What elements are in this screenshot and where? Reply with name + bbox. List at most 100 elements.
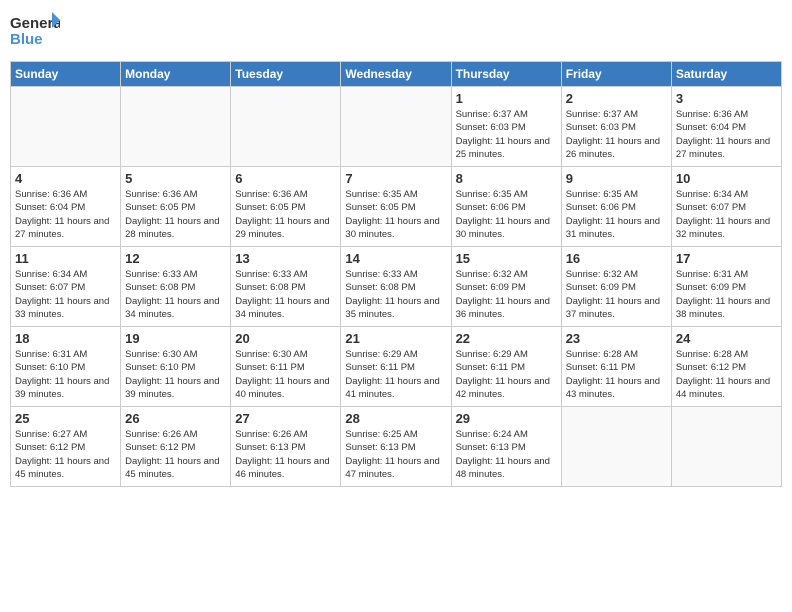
day-info: Sunrise: 6:34 AMSunset: 6:07 PMDaylight:… <box>676 188 777 241</box>
day-number: 14 <box>345 251 446 266</box>
day-number: 17 <box>676 251 777 266</box>
day-number: 20 <box>235 331 336 346</box>
day-info: Sunrise: 6:27 AMSunset: 6:12 PMDaylight:… <box>15 428 116 481</box>
calendar-body: 1 Sunrise: 6:37 AMSunset: 6:03 PMDaylight… <box>11 87 782 487</box>
calendar-week-5: 25 Sunrise: 6:27 AMSunset: 6:12 PMDayligh… <box>11 407 782 487</box>
calendar-header-friday: Friday <box>561 62 671 87</box>
day-info: Sunrise: 6:30 AMSunset: 6:10 PMDaylight:… <box>125 348 226 401</box>
day-number: 29 <box>456 411 557 426</box>
calendar-header-wednesday: Wednesday <box>341 62 451 87</box>
calendar-day: 20 Sunrise: 6:30 AMSunset: 6:11 PMDayligh… <box>231 327 341 407</box>
day-number: 6 <box>235 171 336 186</box>
calendar-day: 12 Sunrise: 6:33 AMSunset: 6:08 PMDayligh… <box>121 247 231 327</box>
calendar-day <box>121 87 231 167</box>
day-number: 27 <box>235 411 336 426</box>
calendar-day: 25 Sunrise: 6:27 AMSunset: 6:12 PMDayligh… <box>11 407 121 487</box>
logo-graphic: General Blue <box>10 10 60 55</box>
day-info: Sunrise: 6:37 AMSunset: 6:03 PMDaylight:… <box>566 108 667 161</box>
day-number: 5 <box>125 171 226 186</box>
day-number: 1 <box>456 91 557 106</box>
day-number: 21 <box>345 331 446 346</box>
day-info: Sunrise: 6:32 AMSunset: 6:09 PMDaylight:… <box>456 268 557 321</box>
day-number: 12 <box>125 251 226 266</box>
calendar-day: 2 Sunrise: 6:37 AMSunset: 6:03 PMDaylight… <box>561 87 671 167</box>
day-info: Sunrise: 6:33 AMSunset: 6:08 PMDaylight:… <box>235 268 336 321</box>
day-info: Sunrise: 6:33 AMSunset: 6:08 PMDaylight:… <box>125 268 226 321</box>
day-info: Sunrise: 6:33 AMSunset: 6:08 PMDaylight:… <box>345 268 446 321</box>
day-info: Sunrise: 6:30 AMSunset: 6:11 PMDaylight:… <box>235 348 336 401</box>
day-number: 19 <box>125 331 226 346</box>
calendar-day: 1 Sunrise: 6:37 AMSunset: 6:03 PMDaylight… <box>451 87 561 167</box>
calendar-day: 4 Sunrise: 6:36 AMSunset: 6:04 PMDaylight… <box>11 167 121 247</box>
day-info: Sunrise: 6:35 AMSunset: 6:06 PMDaylight:… <box>456 188 557 241</box>
day-number: 9 <box>566 171 667 186</box>
calendar-day: 3 Sunrise: 6:36 AMSunset: 6:04 PMDaylight… <box>671 87 781 167</box>
calendar-day: 6 Sunrise: 6:36 AMSunset: 6:05 PMDaylight… <box>231 167 341 247</box>
day-info: Sunrise: 6:36 AMSunset: 6:04 PMDaylight:… <box>15 188 116 241</box>
day-info: Sunrise: 6:29 AMSunset: 6:11 PMDaylight:… <box>345 348 446 401</box>
calendar-header-thursday: Thursday <box>451 62 561 87</box>
calendar-day <box>11 87 121 167</box>
day-number: 15 <box>456 251 557 266</box>
calendar-day: 27 Sunrise: 6:26 AMSunset: 6:13 PMDayligh… <box>231 407 341 487</box>
calendar-header-saturday: Saturday <box>671 62 781 87</box>
day-number: 18 <box>15 331 116 346</box>
day-number: 26 <box>125 411 226 426</box>
day-number: 2 <box>566 91 667 106</box>
day-info: Sunrise: 6:28 AMSunset: 6:12 PMDaylight:… <box>676 348 777 401</box>
calendar-day: 14 Sunrise: 6:33 AMSunset: 6:08 PMDayligh… <box>341 247 451 327</box>
calendar-day: 10 Sunrise: 6:34 AMSunset: 6:07 PMDayligh… <box>671 167 781 247</box>
day-number: 16 <box>566 251 667 266</box>
day-info: Sunrise: 6:32 AMSunset: 6:09 PMDaylight:… <box>566 268 667 321</box>
day-info: Sunrise: 6:35 AMSunset: 6:06 PMDaylight:… <box>566 188 667 241</box>
calendar-week-3: 11Sunrise: 6:34 AMSunset: 6:07 PMDayligh… <box>11 247 782 327</box>
calendar-day: 5 Sunrise: 6:36 AMSunset: 6:05 PMDaylight… <box>121 167 231 247</box>
day-number: 22 <box>456 331 557 346</box>
day-number: 24 <box>676 331 777 346</box>
day-info: Sunrise: 6:28 AMSunset: 6:11 PMDaylight:… <box>566 348 667 401</box>
calendar-day <box>341 87 451 167</box>
day-number: 28 <box>345 411 446 426</box>
day-number: 23 <box>566 331 667 346</box>
day-info: Sunrise: 6:29 AMSunset: 6:11 PMDaylight:… <box>456 348 557 401</box>
day-info: Sunrise: 6:36 AMSunset: 6:05 PMDaylight:… <box>125 188 226 241</box>
calendar-day <box>671 407 781 487</box>
calendar-day: 17 Sunrise: 6:31 AMSunset: 6:09 PMDayligh… <box>671 247 781 327</box>
calendar-week-1: 1 Sunrise: 6:37 AMSunset: 6:03 PMDaylight… <box>11 87 782 167</box>
day-info: Sunrise: 6:26 AMSunset: 6:13 PMDaylight:… <box>235 428 336 481</box>
calendar-day <box>561 407 671 487</box>
calendar-day: 23 Sunrise: 6:28 AMSunset: 6:11 PMDayligh… <box>561 327 671 407</box>
calendar-day: 15 Sunrise: 6:32 AMSunset: 6:09 PMDayligh… <box>451 247 561 327</box>
day-number: 7 <box>345 171 446 186</box>
day-number: 3 <box>676 91 777 106</box>
calendar-day: 29 Sunrise: 6:24 AMSunset: 6:13 PMDayligh… <box>451 407 561 487</box>
calendar-day: 16 Sunrise: 6:32 AMSunset: 6:09 PMDayligh… <box>561 247 671 327</box>
day-info: Sunrise: 6:24 AMSunset: 6:13 PMDaylight:… <box>456 428 557 481</box>
day-info: Sunrise: 6:25 AMSunset: 6:13 PMDaylight:… <box>345 428 446 481</box>
calendar-header-monday: Monday <box>121 62 231 87</box>
calendar-day: 13 Sunrise: 6:33 AMSunset: 6:08 PMDayligh… <box>231 247 341 327</box>
calendar-header-sunday: Sunday <box>11 62 121 87</box>
day-number: 25 <box>15 411 116 426</box>
calendar-day <box>231 87 341 167</box>
day-info: Sunrise: 6:34 AMSunset: 6:07 PMDaylight:… <box>15 268 116 321</box>
day-info: Sunrise: 6:37 AMSunset: 6:03 PMDaylight:… <box>456 108 557 161</box>
svg-text:Blue: Blue <box>10 31 43 48</box>
calendar-week-4: 18 Sunrise: 6:31 AMSunset: 6:10 PMDayligh… <box>11 327 782 407</box>
day-number: 8 <box>456 171 557 186</box>
day-info: Sunrise: 6:36 AMSunset: 6:05 PMDaylight:… <box>235 188 336 241</box>
calendar-day: 7Sunrise: 6:35 AMSunset: 6:05 PMDaylight… <box>341 167 451 247</box>
calendar-day: 8 Sunrise: 6:35 AMSunset: 6:06 PMDaylight… <box>451 167 561 247</box>
calendar-table: SundayMondayTuesdayWednesdayThursdayFrid… <box>10 61 782 487</box>
day-number: 13 <box>235 251 336 266</box>
day-info: Sunrise: 6:31 AMSunset: 6:09 PMDaylight:… <box>676 268 777 321</box>
day-number: 4 <box>15 171 116 186</box>
day-number: 10 <box>676 171 777 186</box>
day-info: Sunrise: 6:36 AMSunset: 6:04 PMDaylight:… <box>676 108 777 161</box>
calendar-day: 22 Sunrise: 6:29 AMSunset: 6:11 PMDayligh… <box>451 327 561 407</box>
logo: General Blue <box>10 10 60 55</box>
calendar-day: 18 Sunrise: 6:31 AMSunset: 6:10 PMDayligh… <box>11 327 121 407</box>
day-info: Sunrise: 6:31 AMSunset: 6:10 PMDaylight:… <box>15 348 116 401</box>
calendar-header-row: SundayMondayTuesdayWednesdayThursdayFrid… <box>11 62 782 87</box>
day-info: Sunrise: 6:26 AMSunset: 6:12 PMDaylight:… <box>125 428 226 481</box>
